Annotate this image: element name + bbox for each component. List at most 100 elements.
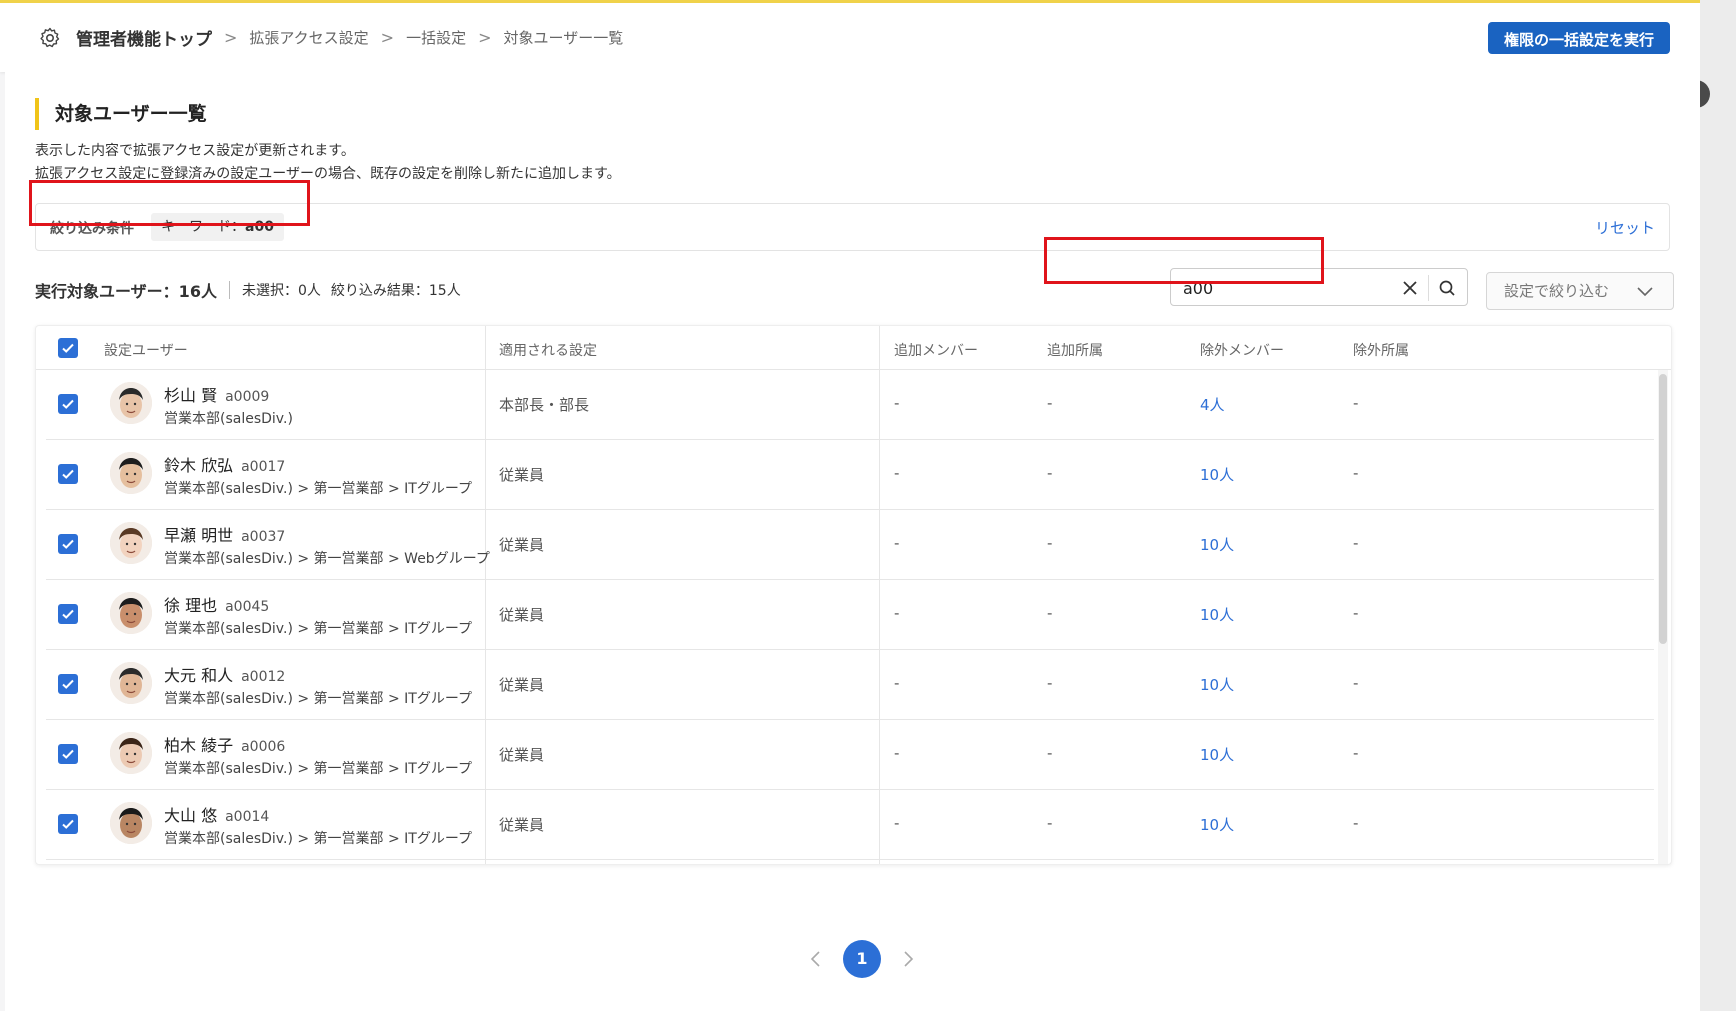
column-header-setting: 適用される設定 [499,343,597,359]
user-name-line: 早瀬 明世 a0037 [164,522,285,546]
avatar [110,662,152,704]
row-checkbox[interactable] [58,604,78,624]
applied-setting: 従業員 [499,466,545,484]
page-number-current[interactable]: 1 [843,940,881,978]
table-row[interactable]: 杉山 賢 a0009 営業本部(salesDiv.) 本部長・部長 - - 4人 - [46,370,1654,440]
top-bar: 管理者機能トップ > 拡張アクセス設定 > 一括設定 > 対象ユーザー一覧 権限… [0,0,1700,72]
table-row[interactable]: 鈴木 欣弘 a0017 営業本部(salesDiv.) > 第一営業部 > ITグル… [46,440,1654,510]
user-id: a0045 [225,599,270,615]
add-member-value: - [894,744,900,762]
chevron-left-icon[interactable] [805,948,827,970]
row-checkbox[interactable] [58,394,78,414]
filter-by-setting-dropdown[interactable]: 設定で絞り込む [1486,272,1674,310]
unselected-count: 未選択：0人 [241,283,321,299]
search-icon[interactable] [1436,277,1458,299]
divider [1428,275,1429,301]
row-checkbox[interactable] [58,464,78,484]
reset-link[interactable]: リセット [1595,217,1655,238]
add-org-value: - [1047,394,1053,412]
main-content: 対象ユーザー一覧 表示した内容で拡張アクセス設定が更新されます。 拡張アクセス設… [5,72,1700,1011]
avatar [110,382,152,424]
row-checkbox[interactable] [58,674,78,694]
chevron-right-icon[interactable] [897,948,919,970]
applied-setting: 従業員 [499,536,545,554]
row-checkbox[interactable] [58,814,78,834]
breadcrumb-item[interactable]: 一括設定 [406,27,466,48]
avatar [110,522,152,564]
user-name: 徐 理也 [164,596,218,615]
table-body: 杉山 賢 a0009 営業本部(salesDiv.) 本部長・部長 - -4人 - 鈴木 欣弘… [46,370,1654,864]
user-name: 柏木 綾子 [164,736,234,755]
exclude-member-link[interactable]: 10人 [1200,814,1234,835]
exclude-member-link[interactable]: 10人 [1200,674,1234,695]
user-org-path: 営業本部(salesDiv.) > 第一営業部 > Webグループ [164,551,490,567]
applied-setting: 従業員 [499,816,545,834]
add-member-value: - [894,674,900,692]
user-name: 大元 和人 [164,666,234,685]
avatar [110,732,152,774]
description-line: 表示した内容で拡張アクセス設定が更新されます。 [35,143,355,159]
exclude-org-value: - [1353,464,1359,482]
check-icon [62,343,74,353]
clear-icon[interactable] [1399,277,1421,299]
user-id: a0006 [241,739,286,755]
column-header-user: 設定ユーザー [104,343,188,359]
table-scrollbar-thumb[interactable] [1659,374,1667,644]
page-description: 表示した内容で拡張アクセス設定が更新されます。 拡張アクセス設定に登録済みの設定… [35,140,621,186]
filter-by-setting-label: 設定で絞り込む [1504,282,1610,300]
filter-conditions-bar: 絞り込み条件 キーワード：a00 リセット [35,203,1670,251]
user-name: 大山 悠 [164,806,218,825]
exclude-member-link[interactable]: 10人 [1200,744,1234,765]
user-org-path: 営業本部(salesDiv.) > 第一営業部 > ITグループ [164,831,473,847]
add-member-value: - [894,394,900,412]
table-row[interactable]: 大山 悠 a0014 営業本部(salesDiv.) > 第一営業部 > ITグルー… [46,790,1654,860]
user-name-line: 鈴木 欣弘 a0017 [164,452,285,476]
user-org-path: 営業本部(salesDiv.) > 第一営業部 > ITグループ [164,691,473,707]
user-id: a0009 [225,389,270,405]
column-header-add-org: 追加所属 [1047,343,1103,359]
table-row[interactable]: 大元 和人 a0012 営業本部(salesDiv.) > 第一営業部 > ITグル… [46,650,1654,720]
add-org-value: - [1047,814,1053,832]
table-row[interactable]: 早瀬 明世 a0037 営業本部(salesDiv.) > 第一営業部 > Webグ… [46,510,1654,580]
user-name: 鈴木 欣弘 [164,456,234,475]
filter-chip-keyword[interactable]: キーワード：a00 [151,213,284,241]
exclude-member-link[interactable]: 4人 [1200,394,1225,415]
pagination: 1 [805,940,919,978]
breadcrumb-item[interactable]: 拡張アクセス設定 [249,27,368,48]
execute-bulk-setting-button[interactable]: 権限の一括設定を実行 [1487,22,1670,54]
target-user-count: 実行対象ユーザー：16人 [35,282,217,301]
user-name-line: 徐 理也 a0045 [164,592,269,616]
applied-setting: 従業員 [499,606,545,624]
table-row[interactable]: 徐 理也 a0045 営業本部(salesDiv.) > 第一営業部 > ITグルー… [46,580,1654,650]
breadcrumb-separator: > [478,28,492,47]
table-scrollbar[interactable] [1658,370,1668,864]
exclude-member-link[interactable]: 10人 [1200,464,1234,485]
page-scrollbar[interactable] [1700,0,1736,1011]
user-name: 早瀬 明世 [164,526,234,545]
user-id: a0014 [225,809,270,825]
applied-setting: 従業員 [499,676,545,694]
exclude-member-link[interactable]: 10人 [1200,604,1234,625]
avatar [110,452,152,494]
chevron-down-icon [1637,287,1653,297]
column-header-exclude-member: 除外メンバー [1200,343,1284,359]
table-row[interactable]: 近藤 美紗a0032営業本部(salesDiv.) > 第一営業部 > ITグル… [46,860,1654,864]
user-org-path: 営業本部(salesDiv.) > 第一営業部 > ITグループ [164,761,473,777]
row-checkbox[interactable] [58,534,78,554]
avatar [110,592,152,634]
search-input[interactable] [1183,275,1393,301]
user-table: 設定ユーザー 適用される設定 追加メンバー 追加所属 除外メンバー 除外所属 杉… [35,325,1672,865]
breadcrumb-root[interactable]: 管理者機能トップ [76,25,212,50]
add-member-value: - [894,534,900,552]
check-icon [62,819,74,829]
keyword-search-box [1170,268,1468,306]
select-all-checkbox[interactable] [58,338,78,358]
filter-chip-value: a00 [245,219,274,235]
breadcrumb-separator: > [224,28,238,47]
exclude-member-link[interactable]: 10人 [1200,534,1234,555]
exclude-org-value: - [1353,534,1359,552]
gear-icon[interactable] [38,26,62,50]
row-checkbox[interactable] [58,744,78,764]
table-row[interactable]: 柏木 綾子 a0006 営業本部(salesDiv.) > 第一営業部 > ITグル… [46,720,1654,790]
exclude-org-value: - [1353,674,1359,692]
